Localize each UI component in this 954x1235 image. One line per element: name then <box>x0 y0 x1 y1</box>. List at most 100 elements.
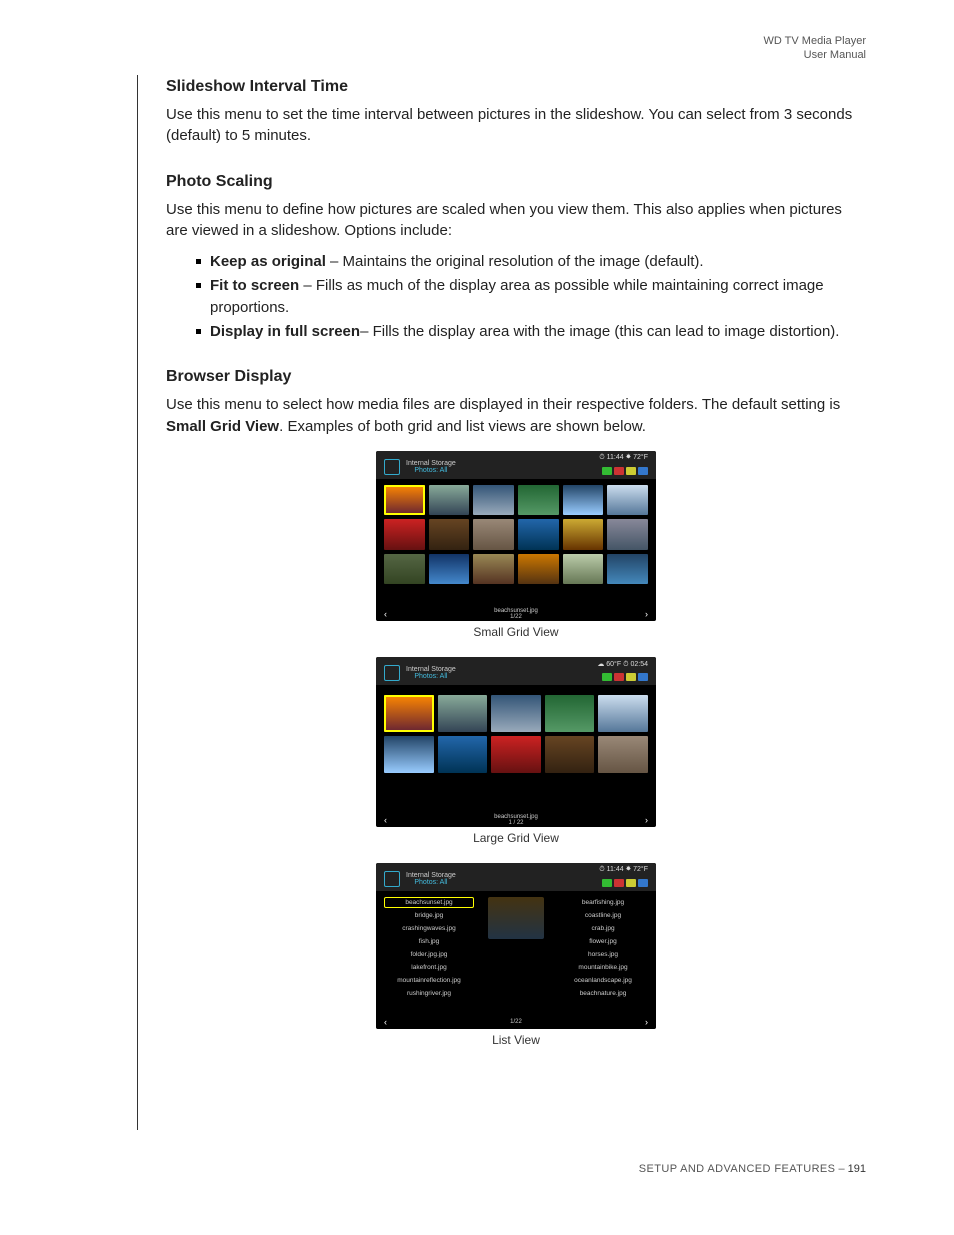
yellow-pill-icon <box>626 673 636 681</box>
thumbnail <box>545 736 595 773</box>
thumbnail-grid-small <box>384 485 648 585</box>
color-buttons <box>602 673 648 681</box>
tv-header: Internal Storage Photos: All ⏱ 11:44 ☀ 7… <box>376 451 656 479</box>
screenshot-small-grid-view: Internal Storage Photos: All ⏱ 11:44 ☀ 7… <box>376 451 656 621</box>
list-item-selected: beachsunset.jpg <box>384 897 474 908</box>
option-keep-original-text: – Maintains the original resolution of t… <box>326 253 704 270</box>
tv-storage-label: Internal Storage <box>406 460 456 468</box>
list-column-1: beachsunset.jpg bridge.jpg crashingwaves… <box>384 897 474 1013</box>
list-item: horses.jpg <box>558 949 648 960</box>
thumbnail <box>491 736 541 773</box>
tv-status-bar: ☁ 60°F ⏱ 02:54 <box>597 660 648 669</box>
thumbnail <box>607 519 648 550</box>
para-slideshow-interval: Use this menu to set the time interval b… <box>166 104 866 147</box>
thumbnail <box>429 554 470 585</box>
option-display-full-screen-text: – Fills the display area with the image … <box>360 323 839 340</box>
list-item: bearfishing.jpg <box>558 897 648 908</box>
thumbnail <box>518 519 559 549</box>
chevron-right-icon: › <box>645 609 648 619</box>
para-browser-display-b: . Examples of both grid and list views a… <box>279 418 646 435</box>
list-item: coastline.jpg <box>558 910 648 921</box>
photos-icon <box>384 459 400 475</box>
tv-storage-label: Internal Storage <box>406 666 456 674</box>
thumbnail <box>491 695 541 732</box>
thumbnail <box>473 554 514 585</box>
list-item: bridge.jpg <box>384 910 474 921</box>
chevron-left-icon: ‹ <box>384 609 387 619</box>
thumbnail <box>438 736 488 773</box>
left-rule <box>137 75 138 1130</box>
thumbnail <box>545 695 595 732</box>
blue-pill-icon <box>638 467 648 475</box>
thumbnail <box>473 485 514 516</box>
option-keep-original-bold: Keep as original <box>210 253 326 270</box>
thumbnail <box>438 695 488 732</box>
list-column-2: bearfishing.jpg coastline.jpg crab.jpg f… <box>558 897 648 1013</box>
footer-counter: 1 / 22 <box>508 820 523 826</box>
tv-header: Internal Storage Photos: All ⏱ 11:44 ☀ 7… <box>376 863 656 891</box>
list-item: folder.jpg.jpg <box>384 949 474 960</box>
blue-pill-icon <box>638 673 648 681</box>
list-item: crashingwaves.jpg <box>384 923 474 934</box>
caption-list-view: List View <box>166 1033 866 1047</box>
option-display-full-screen: Display in full screen– Fills the displa… <box>196 321 866 342</box>
page-footer: SETUP AND ADVANCED FEATURES – 191 <box>639 1163 866 1175</box>
thumbnail <box>598 695 648 732</box>
color-buttons <box>602 467 648 475</box>
option-display-full-screen-bold: Display in full screen <box>210 323 360 340</box>
header-line-2: User Manual <box>764 48 867 62</box>
red-pill-icon <box>614 879 624 887</box>
thumbnail <box>563 554 604 585</box>
thumbnail <box>384 519 425 549</box>
green-pill-icon <box>602 673 612 681</box>
option-fit-to-screen-text: – Fills as much of the display area as p… <box>210 277 824 315</box>
figure-large-grid: Internal Storage Photos: All ☁ 60°F ⏱ 02… <box>166 657 866 845</box>
list-item: flower.jpg <box>558 936 648 947</box>
list-item: mountainreflection.jpg <box>384 975 474 986</box>
list-item: mountainbike.jpg <box>558 962 648 973</box>
tv-footer: ‹ 1/22 › <box>376 1015 656 1029</box>
option-fit-to-screen-bold: Fit to screen <box>210 277 299 294</box>
list-item: oceanlandscape.jpg <box>558 975 648 986</box>
list-photo-scaling-options: Keep as original – Maintains the origina… <box>196 251 866 342</box>
green-pill-icon <box>602 467 612 475</box>
heading-slideshow-interval: Slideshow Interval Time <box>166 78 866 96</box>
chevron-left-icon: ‹ <box>384 815 387 825</box>
figure-small-grid: Internal Storage Photos: All ⏱ 11:44 ☀ 7… <box>166 451 866 639</box>
thumbnail <box>607 554 648 585</box>
tv-status-bar: ⏱ 11:44 ☀ 72°F <box>599 454 648 462</box>
option-fit-to-screen: Fit to screen – Fills as much of the dis… <box>196 275 866 318</box>
heading-photo-scaling: Photo Scaling <box>166 173 866 191</box>
list-item: crab.jpg <box>558 923 648 934</box>
heading-browser-display: Browser Display <box>166 368 866 386</box>
red-pill-icon <box>614 673 624 681</box>
list-item: lakefront.jpg <box>384 962 474 973</box>
tv-footer: ‹ beachsunset.jpg 1/22 › <box>376 607 656 621</box>
thumbnail-grid-large <box>384 695 648 773</box>
photos-icon <box>384 871 400 887</box>
green-pill-icon <box>602 879 612 887</box>
tv-filter-label: Photos: All <box>406 467 456 474</box>
footer-counter: 1/22 <box>510 614 522 620</box>
thumbnail <box>518 485 559 515</box>
thumbnail-selected <box>384 485 425 515</box>
chevron-left-icon: ‹ <box>384 1017 387 1027</box>
option-keep-original: Keep as original – Maintains the origina… <box>196 251 866 272</box>
tv-footer: ‹ beachsunset.jpg 1 / 22 › <box>376 813 656 827</box>
thumbnail <box>563 519 604 550</box>
footer-sep: – <box>835 1163 847 1175</box>
thumbnail <box>563 485 604 516</box>
yellow-pill-icon <box>626 467 636 475</box>
thumbnail-selected <box>384 695 434 732</box>
screenshot-large-grid-view: Internal Storage Photos: All ☁ 60°F ⏱ 02… <box>376 657 656 827</box>
thumbnail <box>384 554 425 584</box>
list-view-body: beachsunset.jpg bridge.jpg crashingwaves… <box>384 897 648 1013</box>
red-pill-icon <box>614 467 624 475</box>
caption-large-grid: Large Grid View <box>166 831 866 845</box>
list-item: beachnature.jpg <box>558 988 648 999</box>
yellow-pill-icon <box>626 879 636 887</box>
footer-section: SETUP AND ADVANCED FEATURES <box>639 1163 836 1175</box>
thumbnail <box>473 519 514 550</box>
tv-storage-label: Internal Storage <box>406 872 456 880</box>
figure-list-view: Internal Storage Photos: All ⏱ 11:44 ☀ 7… <box>166 863 866 1047</box>
